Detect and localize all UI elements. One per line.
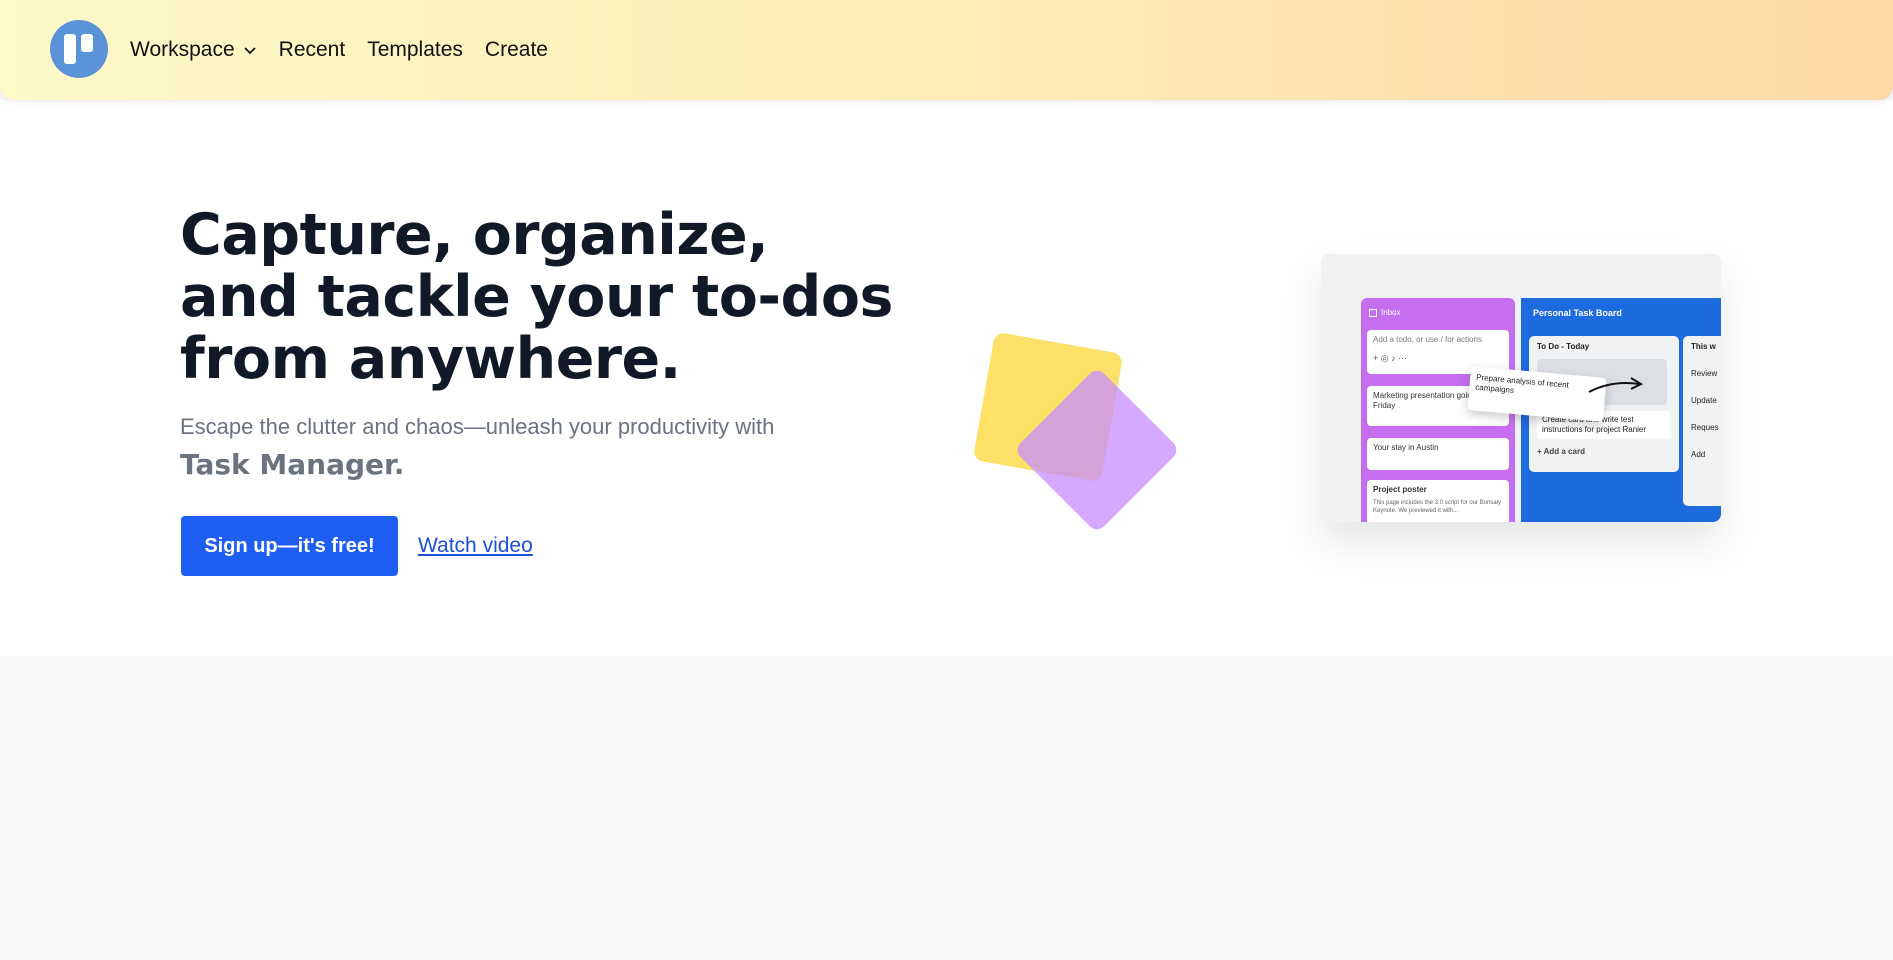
week-list: This w Review Update Reques Add — [1683, 336, 1721, 506]
hero-subtitle: Escape the clutter and chaos—unleash you… — [180, 414, 775, 439]
todo-list-title: To Do - Today — [1537, 342, 1590, 351]
inbox-actions-icons: + ◎ ♪ ⋯ — [1373, 353, 1408, 363]
chevron-down-icon — [244, 47, 256, 55]
inbox-card: Your stay in Austin — [1367, 438, 1509, 470]
add-card-label: Add a card — [1543, 447, 1585, 456]
nav-recent[interactable]: Recent — [279, 38, 346, 62]
inbox-input-text: Add a todo, or use / for actions — [1373, 335, 1482, 344]
inbox-card-poster: Project poster This page includes the 3.… — [1367, 480, 1509, 522]
board-preview-image: Inbox Add a todo, or use / for actions +… — [1321, 254, 1721, 522]
watch-video-link[interactable]: Watch video — [418, 534, 533, 558]
week-item: Review — [1691, 369, 1718, 378]
add-card-row: + Add a card — [1537, 447, 1585, 456]
logo-bar-right — [81, 34, 93, 52]
app-logo[interactable] — [50, 20, 108, 78]
hero-brand: Task Manager. — [180, 448, 405, 481]
signup-button[interactable]: Sign up—it's free! — [181, 516, 398, 576]
hero-headline: Capture, organize, and tackle your to-do… — [180, 202, 893, 392]
week-item: Update — [1691, 396, 1717, 405]
nav-templates[interactable]: Templates — [367, 38, 463, 62]
arrow-icon — [1588, 377, 1644, 393]
top-header: Workspace Recent Templates Create — [0, 0, 1893, 100]
inbox-title-text: Inbox — [1381, 308, 1401, 317]
inbox-title: Inbox — [1369, 308, 1401, 317]
inbox-icon — [1369, 308, 1377, 317]
week-add: Add — [1691, 450, 1706, 459]
nav-workspace-label: Workspace — [130, 38, 235, 61]
nav-create[interactable]: Create — [485, 38, 548, 62]
hero-section: Capture, organize, and tackle your to-do… — [0, 100, 1893, 656]
week-list-title: This w — [1691, 342, 1716, 351]
nav-workspace[interactable]: Workspace — [130, 38, 257, 62]
poster-title: Project poster — [1373, 485, 1427, 494]
week-item: Reques — [1691, 423, 1719, 432]
main-nav: Workspace Recent Templates Create — [130, 0, 548, 100]
dragging-card-text: Prepare analysis of recent campaigns — [1474, 372, 1570, 395]
lower-section — [0, 656, 1893, 960]
poster-desc: This page includes the 3.0 script for ou… — [1373, 500, 1502, 514]
board-title: Personal Task Board — [1533, 308, 1622, 318]
logo-bar-left — [64, 34, 76, 64]
